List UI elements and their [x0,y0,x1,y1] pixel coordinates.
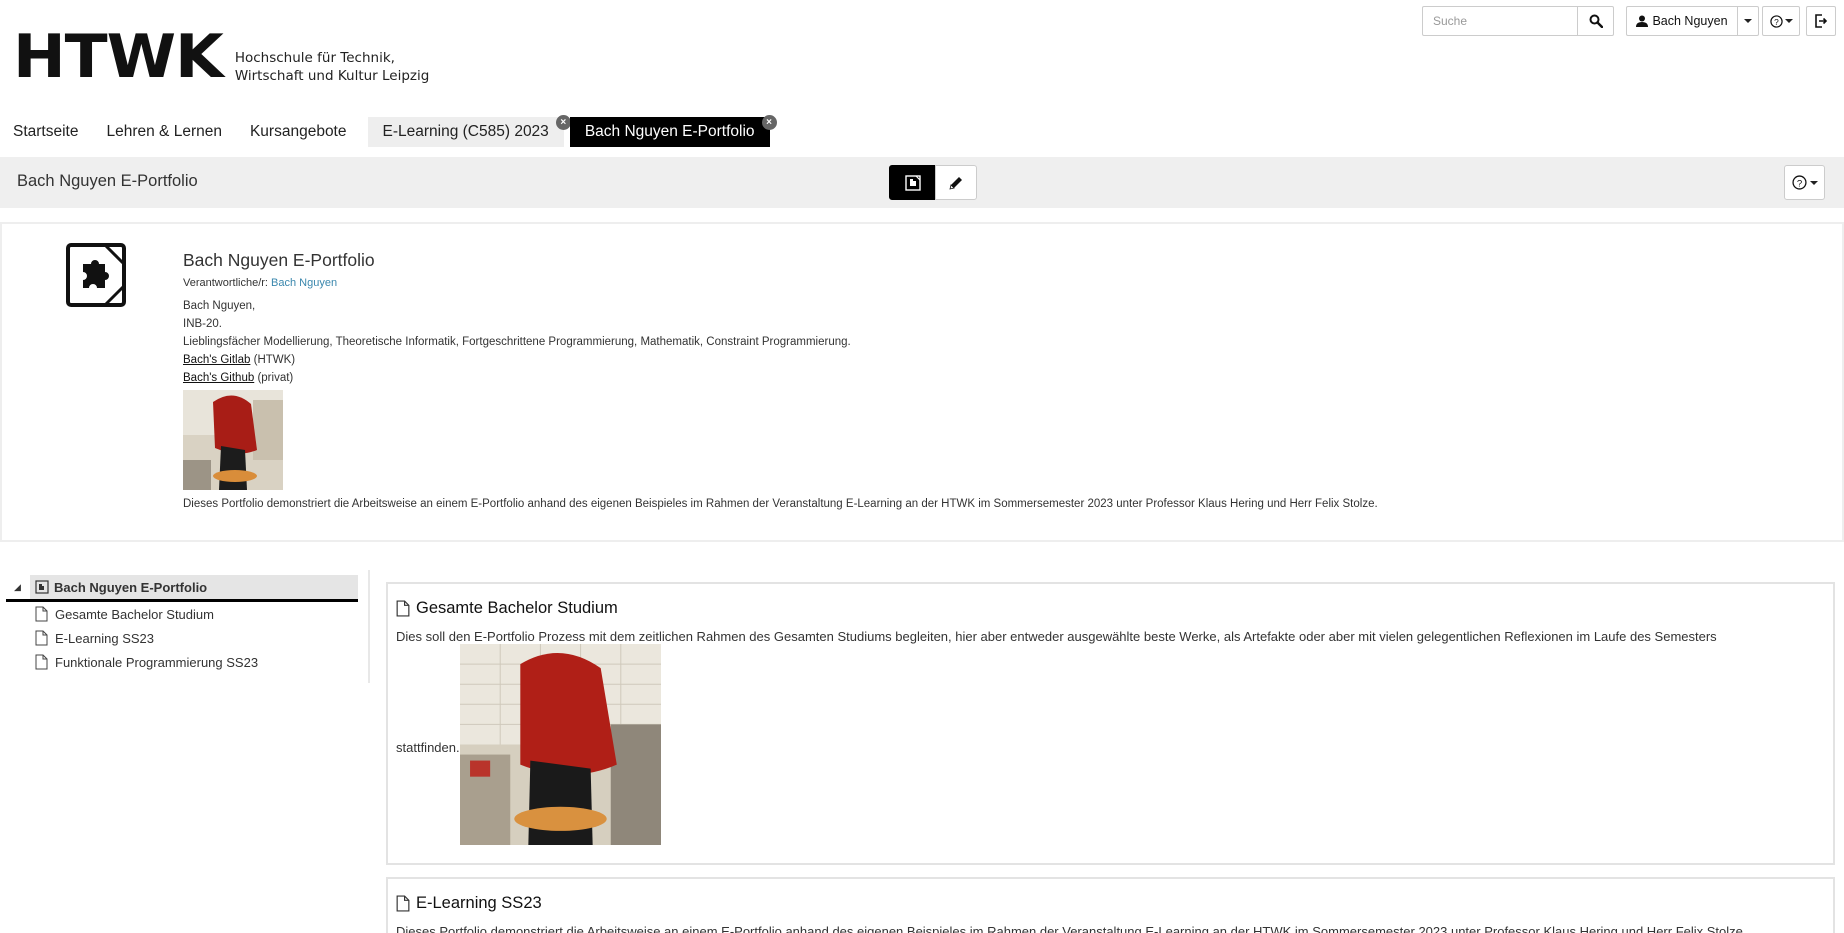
card-title[interactable]: E-Learning SS23 [396,894,542,913]
tree-item-label: E-Learning SS23 [55,630,155,646]
card-photo [459,644,661,845]
edit-mode-button[interactable] [935,165,977,200]
github-line: Bach's Github (privat) [183,369,1823,387]
portfolio-info-panel: Bach Nguyen E-Portfolio Verantwortliche/… [0,222,1844,542]
chevron-down-icon [1784,19,1793,23]
portfolio-view-icon [904,174,921,191]
card-title[interactable]: Gesamte Bachelor Studium [396,599,618,618]
card-text-end: stattfinden. [396,740,460,755]
content-card: Gesamte Bachelor Studium Dies soll den E… [386,582,1835,865]
github-suffix: (privat) [257,372,294,384]
profile-photo [183,390,283,490]
help-icon: ? [1791,175,1807,190]
user-dropdown-toggle[interactable] [1737,6,1759,36]
content-card: E-Learning SS23 Dieses Portfolio demonst… [386,877,1835,933]
responsible-line: Verantwortliche/r: Bach Nguyen [183,277,1823,289]
gitlab-suffix: (HTWK) [253,354,296,366]
card-title-text: Gesamte Bachelor Studium [416,599,618,617]
chevron-down-icon [1809,180,1818,185]
page-icon [35,654,48,670]
gitlab-link[interactable]: Bach's Gitlab [183,354,250,366]
user-name: Bach Nguyen [1652,14,1728,28]
nav-item-kursangebote[interactable]: Kursangebote [237,117,362,147]
search-input[interactable]: Suche [1422,6,1578,36]
tab-e-learning[interactable]: E-Learning (C585) 2023 × [367,115,571,147]
main-navigation: Startseite Lehren & Lernen Kursangebote … [0,115,777,147]
page-icon [396,895,410,912]
logout-button[interactable] [1806,6,1836,36]
tree-collapse-icon[interactable]: ◢ [6,582,30,593]
logout-icon [1815,14,1828,28]
portfolio-tree: ◢ Bach Nguyen E-Portfolio Gesamte Bachel… [6,575,358,674]
card-inline-content: stattfinden. [396,644,661,845]
logo-line-2: Wirtschaft und Kultur Leipzig [234,68,430,84]
tree-divider [368,570,370,683]
portfolio-description: Dieses Portfolio demonstriert die Arbeit… [183,498,1378,510]
card-text: Dies soll den E-Portfolio Prozess mit de… [396,629,1717,644]
search-button[interactable] [1577,6,1614,36]
portfolio-title: Bach Nguyen E-Portfolio [183,250,375,270]
info-line-name: Bach Nguyen, [183,300,256,312]
view-mode-button[interactable] [889,165,936,200]
user-icon [1636,15,1649,27]
page-title: Bach Nguyen E-Portfolio [17,172,198,190]
close-icon[interactable]: × [761,115,777,130]
tab-e-learning-label: E-Learning (C585) 2023 [382,123,549,140]
responsible-label: Verantwortliche/r: [183,277,268,289]
search-icon [1589,14,1603,28]
svg-text:?: ? [1796,178,1801,189]
tree-item-label: Funktionale Programmierung SS23 [55,654,259,670]
tree-root-label-wrap[interactable]: Bach Nguyen E-Portfolio [30,575,358,599]
tree-root-label: Bach Nguyen E-Portfolio [54,579,208,595]
info-line-subjects: Lieblingsfächer Modellierung, Theoretisc… [183,336,851,348]
chevron-down-icon [1744,19,1752,23]
portfolio-icon [66,243,126,307]
close-icon[interactable]: × [555,115,571,130]
tab-e-portfolio-label: Bach Nguyen E-Portfolio [584,123,755,140]
nav-item-startseite[interactable]: Startseite [0,117,93,147]
pencil-icon [949,176,962,190]
tab-e-portfolio[interactable]: Bach Nguyen E-Portfolio × [569,115,777,147]
page-icon [35,630,48,646]
page-icon [35,606,48,622]
help-icon: ? [1769,14,1783,28]
nav-item-lehren-lernen[interactable]: Lehren & Lernen [93,117,236,147]
portfolio-icon [35,580,49,594]
responsible-name-link[interactable]: Bach Nguyen [271,277,337,289]
card-title-text: E-Learning SS23 [416,894,542,912]
gitlab-line: Bach's Gitlab (HTWK) [183,351,1823,369]
github-link[interactable]: Bach's Github [183,372,254,384]
logo-text: Hochschule für Technik, Wirtschaft und K… [235,49,430,85]
page-toolbar: Bach Nguyen E-Portfolio ? [0,157,1844,208]
card-text: Dieses Portfolio demonstriert die Arbeit… [396,924,1747,933]
portfolio-info-body: Bach Nguyen E-Portfolio Verantwortliche/… [183,250,1823,512]
htwk-logo[interactable]: HTWK Hochschule für Technik, Wirtschaft … [13,22,430,92]
top-header: HTWK Hochschule für Technik, Wirtschaft … [0,0,1844,100]
user-menu-button[interactable]: Bach Nguyen [1626,6,1738,36]
tree-root[interactable]: ◢ Bach Nguyen E-Portfolio [6,575,358,602]
tree-item-label: Gesamte Bachelor Studium [55,606,214,622]
logo-line-1: Hochschule für Technik, [234,50,395,66]
help-menu-button[interactable]: ? [1762,6,1800,36]
tree-item-funktionale[interactable]: Funktionale Programmierung SS23 [6,650,358,674]
tree-item-e-learning[interactable]: E-Learning SS23 [6,626,358,650]
page-icon [396,600,410,617]
svg-text:?: ? [1774,16,1779,26]
toolbar-help-button[interactable]: ? [1784,165,1825,200]
logo-mark: HTWK [13,22,224,92]
tree-item-bachelor[interactable]: Gesamte Bachelor Studium [6,602,358,626]
info-line-group: INB-20. [183,318,222,330]
